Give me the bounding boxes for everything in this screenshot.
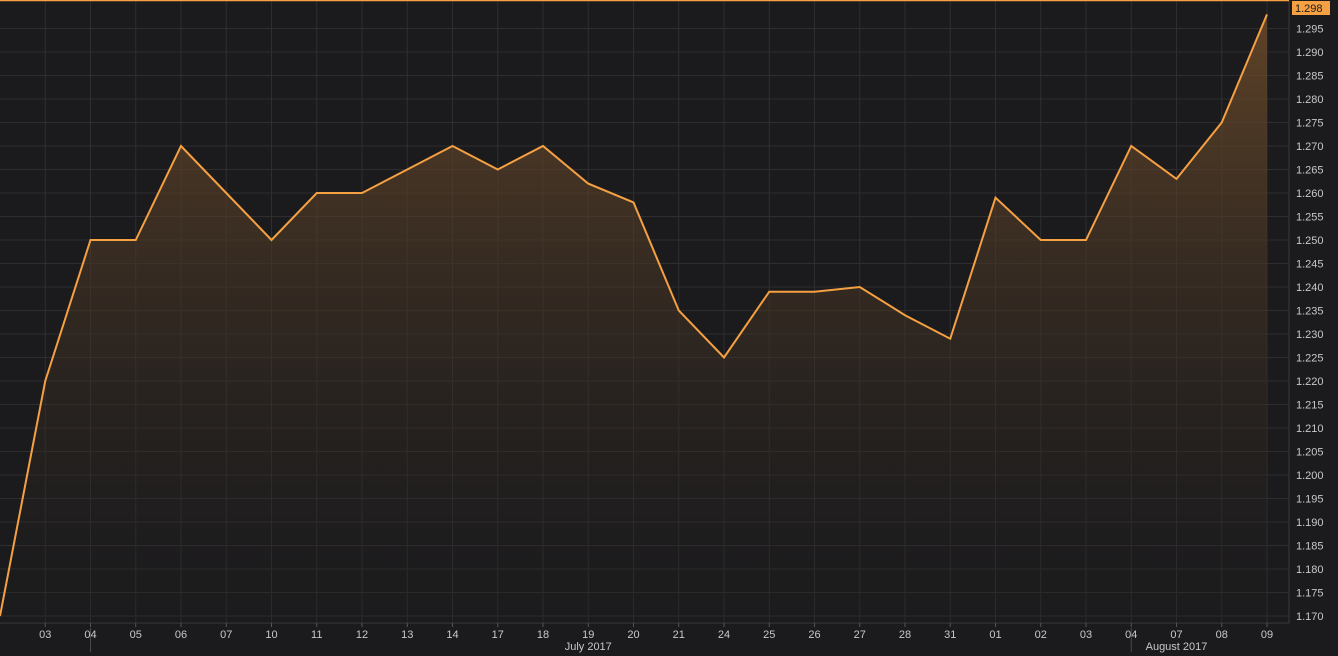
y-tick-label: 1.195 [1296, 494, 1324, 506]
x-tick-label: 27 [854, 629, 866, 641]
x-tick-label: 09 [1261, 629, 1273, 641]
x-axis: 03 04 05 06 07 10 11 12 13 14 17 18 19 20 21 24 25 26 27 28… [39, 623, 1273, 653]
y-tick-label: 1.240 [1296, 282, 1324, 294]
x-tick-label: 20 [627, 629, 639, 641]
y-tick-label: 1.245 [1296, 259, 1324, 271]
y-tick-label: 1.260 [1296, 188, 1324, 200]
x-tick-label: 01 [989, 629, 1001, 641]
x-tick-label: 18 [537, 629, 549, 641]
x-tick-label: 25 [763, 629, 775, 641]
x-tick-label: 28 [899, 629, 911, 641]
y-tick-label: 1.200 [1296, 470, 1324, 482]
x-tick-label: 03 [39, 629, 51, 641]
x-tick-label: 24 [718, 629, 730, 641]
y-tick-label: 1.215 [1296, 400, 1324, 412]
y-tick-label: 1.180 [1296, 564, 1324, 576]
month-label: July 2017 [565, 641, 612, 653]
x-tick-label: 11 [311, 629, 322, 641]
y-tick-label: 1.220 [1296, 376, 1324, 388]
y-tick-label: 1.175 [1296, 588, 1324, 600]
x-tick-label: 07 [1170, 629, 1182, 641]
y-tick-label: 1.235 [1296, 306, 1324, 318]
y-tick-label: 1.170 [1296, 611, 1324, 623]
y-tick-label: 1.190 [1296, 517, 1324, 529]
x-tick-label: 31 [944, 629, 956, 641]
x-tick-label: 14 [446, 629, 458, 641]
y-axis: 1.170 1.175 1.180 1.185 1.190 1.195 1.200 1.205… [1296, 24, 1324, 624]
y-tick-label: 1.205 [1296, 447, 1324, 459]
x-tick-label: 12 [356, 629, 368, 641]
x-tick-label: 13 [401, 629, 413, 641]
y-tick-label: 1.225 [1296, 353, 1324, 365]
x-tick-label: 17 [492, 629, 504, 641]
y-tick-label: 1.210 [1296, 423, 1324, 435]
y-tick-label: 1.255 [1296, 212, 1324, 224]
y-tick-label: 1.280 [1296, 94, 1324, 106]
y-tick-label: 1.295 [1296, 24, 1324, 36]
last-value-label: 1.298 [1295, 3, 1323, 15]
x-tick-label: 08 [1216, 629, 1228, 641]
y-tick-label: 1.270 [1296, 141, 1324, 153]
x-tick-label: 03 [1080, 629, 1092, 641]
line-area-chart: 1.170 1.175 1.180 1.185 1.190 1.195 1.200 1.205… [0, 0, 1330, 653]
y-tick-label: 1.250 [1296, 235, 1324, 247]
y-tick-label: 1.230 [1296, 329, 1324, 341]
y-tick-label: 1.275 [1296, 118, 1324, 130]
x-tick-label: 07 [220, 629, 232, 641]
x-tick-label: 21 [673, 629, 685, 641]
y-tick-label: 1.285 [1296, 71, 1324, 83]
x-tick-label: 06 [175, 629, 187, 641]
y-tick-label: 1.185 [1296, 541, 1324, 553]
x-tick-label: 05 [130, 629, 142, 641]
x-tick-label: 10 [265, 629, 277, 641]
y-tick-label: 1.265 [1296, 165, 1324, 177]
y-tick-label: 1.290 [1296, 47, 1324, 59]
x-tick-label: 02 [1035, 629, 1047, 641]
month-label: August 2017 [1146, 641, 1208, 653]
x-tick-label: 26 [808, 629, 820, 641]
x-tick-label: 19 [582, 629, 594, 641]
